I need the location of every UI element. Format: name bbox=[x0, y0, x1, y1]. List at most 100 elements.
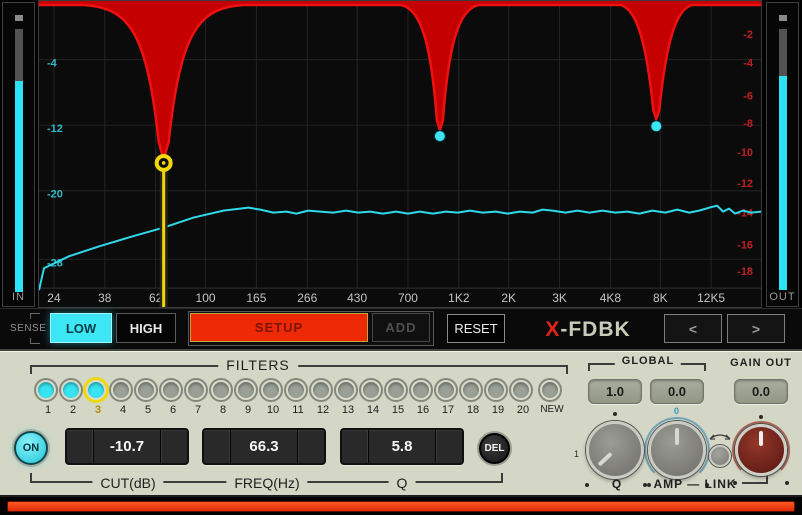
left-db-axis-label: -4 bbox=[47, 58, 58, 70]
filter-button-20[interactable] bbox=[511, 380, 531, 400]
previous-filter-button[interactable]: < bbox=[664, 314, 722, 343]
filter-button-6[interactable] bbox=[161, 380, 181, 400]
gain-out-knob[interactable] bbox=[735, 424, 787, 476]
freq-value-display[interactable]: 66.3 bbox=[231, 430, 297, 463]
q-decrement-button[interactable] bbox=[342, 430, 369, 463]
sense-low-button[interactable]: LOW bbox=[50, 313, 112, 343]
filter-marker[interactable] bbox=[651, 121, 662, 132]
plugin-logo: X-FDBK bbox=[538, 318, 638, 342]
freq-axis-label: 100 bbox=[196, 291, 216, 305]
spectrum-display-panel: 2438621001652664307001K22K3K4K88K12K5-4-… bbox=[38, 0, 762, 308]
freq-axis-label: 266 bbox=[297, 291, 317, 305]
q-value-control: 5.8 bbox=[340, 428, 464, 465]
filter-on-button[interactable]: ON bbox=[14, 431, 48, 465]
filter-button-new[interactable] bbox=[540, 380, 560, 400]
cut-value-control: -10.7 bbox=[65, 428, 189, 465]
freq-value-control: 66.3 bbox=[202, 428, 326, 465]
freq-axis-label: 38 bbox=[98, 291, 112, 305]
input-meter-headroom bbox=[15, 29, 23, 81]
gain-knob-pointer bbox=[759, 431, 763, 446]
next-filter-button[interactable]: > bbox=[727, 314, 785, 343]
right-db-axis-label: -12 bbox=[737, 178, 753, 190]
freq-axis-label: 1K2 bbox=[448, 291, 470, 305]
filter-delete-button[interactable]: DEL bbox=[479, 433, 510, 464]
reset-button[interactable]: RESET bbox=[447, 314, 505, 343]
freq-axis-label: 24 bbox=[47, 291, 61, 305]
freq-axis-label: 3K bbox=[552, 291, 567, 305]
filter-button-11[interactable] bbox=[286, 380, 306, 400]
global-q-display[interactable]: 1.0 bbox=[588, 379, 642, 404]
audio-spectrum-curve bbox=[39, 206, 761, 290]
global-amp-display[interactable]: 0.0 bbox=[650, 379, 704, 404]
filter-button-16[interactable] bbox=[411, 380, 431, 400]
freq-axis-label: 2K bbox=[501, 291, 516, 305]
left-db-axis-label: -20 bbox=[47, 189, 63, 201]
logo-x-part: X bbox=[545, 318, 560, 341]
filters-bracket bbox=[30, 365, 568, 374]
filter-button-1[interactable] bbox=[36, 380, 56, 400]
right-db-axis-label: -18 bbox=[737, 266, 753, 278]
freq-increment-button[interactable] bbox=[297, 430, 324, 463]
global-title: GLOBAL bbox=[615, 355, 681, 367]
filter-button-7[interactable] bbox=[186, 380, 206, 400]
feedback-filter-curve-fill bbox=[39, 1, 761, 159]
filter-button-5[interactable] bbox=[136, 380, 156, 400]
filter-button-4[interactable] bbox=[111, 380, 131, 400]
freq-axis-label: 12K5 bbox=[697, 291, 725, 305]
add-button[interactable]: ADD bbox=[372, 313, 430, 342]
selected-filter-marker-center bbox=[162, 161, 166, 165]
q-knob-tick bbox=[585, 483, 589, 487]
global-q-knob[interactable] bbox=[586, 421, 644, 479]
filter-button-3[interactable] bbox=[86, 380, 106, 400]
filter-button-8[interactable] bbox=[211, 380, 231, 400]
filters-title: FILTERS bbox=[218, 357, 298, 373]
sense-high-button[interactable]: HIGH bbox=[116, 313, 176, 343]
right-db-axis-label: -14 bbox=[737, 208, 754, 220]
right-db-axis-label: -6 bbox=[743, 90, 753, 102]
gain-out-display[interactable]: 0.0 bbox=[734, 379, 788, 404]
filter-button-17[interactable] bbox=[436, 380, 456, 400]
filter-button-15[interactable] bbox=[386, 380, 406, 400]
freq-label: FREQ(Hz) bbox=[226, 475, 307, 491]
output-meter-level bbox=[779, 76, 787, 290]
q-knob-tick bbox=[613, 412, 617, 416]
link-button[interactable] bbox=[709, 445, 731, 467]
cut-value-display[interactable]: -10.7 bbox=[94, 430, 160, 463]
spectrum-display: 2438621001652664307001K22K3K4K88K12K5-4-… bbox=[39, 1, 761, 307]
freq-axis-label: 430 bbox=[347, 291, 367, 305]
filter-button-10[interactable] bbox=[261, 380, 281, 400]
freq-decrement-button[interactable] bbox=[204, 430, 231, 463]
cut-decrement-button[interactable] bbox=[67, 430, 94, 463]
cut-increment-button[interactable] bbox=[160, 430, 187, 463]
gain-out-title: GAIN OUT bbox=[730, 357, 792, 369]
sense-label: SENSE bbox=[10, 323, 46, 334]
freq-axis-label: 4K8 bbox=[600, 291, 622, 305]
filter-button-19[interactable] bbox=[486, 380, 506, 400]
filter-button-18[interactable] bbox=[461, 380, 481, 400]
x-fdbk-plugin-window: IN 2438621001652664307001K22K3K4K88K12K5… bbox=[0, 0, 802, 515]
output-level-meter: OUT bbox=[766, 2, 799, 307]
filter-button-14[interactable] bbox=[361, 380, 381, 400]
filter-marker[interactable] bbox=[434, 131, 445, 142]
bottom-strip bbox=[0, 497, 802, 515]
filter-button-9[interactable] bbox=[236, 380, 256, 400]
setup-button[interactable]: SETUP bbox=[190, 313, 368, 342]
control-bar: SENSE LOW HIGH SETUP ADD RESET X-FDBK < … bbox=[0, 308, 802, 349]
q-knob-pointer bbox=[598, 452, 613, 467]
right-db-axis-label: -16 bbox=[737, 239, 753, 251]
amp-knob-pointer bbox=[675, 428, 679, 445]
output-peak-indicator bbox=[779, 15, 787, 21]
gain-knob-tick bbox=[733, 481, 737, 485]
q-value-display[interactable]: 5.8 bbox=[369, 430, 435, 463]
filter-button-12[interactable] bbox=[311, 380, 331, 400]
global-q-min-label: 1 bbox=[574, 449, 579, 459]
freq-axis-label: 8K bbox=[653, 291, 668, 305]
filter-button-2[interactable] bbox=[61, 380, 81, 400]
global-amp-knob[interactable] bbox=[648, 421, 706, 479]
q-increment-button[interactable] bbox=[435, 430, 462, 463]
input-level-meter: IN bbox=[2, 2, 35, 307]
left-db-axis-label: -12 bbox=[47, 123, 63, 135]
filter-button-13[interactable] bbox=[336, 380, 356, 400]
input-meter-label: IN bbox=[3, 291, 34, 303]
right-db-axis-label: -8 bbox=[743, 118, 753, 130]
